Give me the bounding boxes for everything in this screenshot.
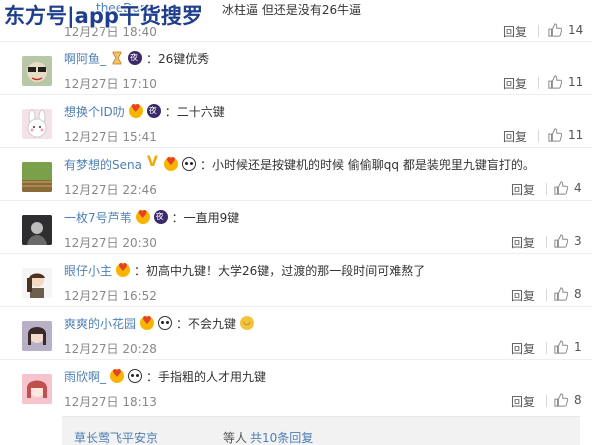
comment-time: 12月27日 18:13 bbox=[64, 395, 157, 409]
comment-username[interactable]: 一枚7号芦苇 bbox=[64, 209, 132, 226]
reply-button[interactable]: 回复 bbox=[503, 128, 527, 145]
laugh-emoji-icon bbox=[240, 316, 255, 330]
like-count: 1 bbox=[574, 340, 582, 354]
comment-item: 有梦想的Sena ：小时候还是按键机的时候 偷偷聊qq 都是装兜里九键盲打的。 … bbox=[0, 148, 592, 201]
avatar[interactable] bbox=[22, 162, 52, 192]
divider bbox=[538, 130, 539, 142]
panda-icon bbox=[158, 316, 173, 330]
comment-time: 12月27日 15:41 bbox=[64, 130, 157, 144]
comment-item: 眼仔小主 ：初高中九键！大学26键，过渡的那一段时间可难熬了 12月27日 16… bbox=[0, 254, 592, 307]
thumbs-up-icon[interactable] bbox=[554, 393, 568, 407]
comment-text: 初高中九键！大学26键，过渡的那一段时间可难熬了 bbox=[146, 263, 426, 278]
comment-item: 一枚7号芦苇 ：一直用9键 12月27日 20:30 回复 3 bbox=[0, 201, 592, 254]
comment-time: 12月27日 22:46 bbox=[64, 183, 157, 197]
night-badge-icon bbox=[128, 51, 143, 65]
like-count: 3 bbox=[574, 234, 582, 248]
avatar[interactable] bbox=[22, 56, 52, 86]
more-replies-bar[interactable]: 草长莺飞平安京 等人 共10条回复 bbox=[62, 416, 580, 445]
comment-username[interactable]: 爽爽的小花园 bbox=[64, 315, 136, 332]
divider bbox=[546, 395, 547, 407]
reply-button[interactable]: 回复 bbox=[503, 23, 527, 40]
like-count: 4 bbox=[574, 181, 582, 195]
heart-badge-icon bbox=[163, 155, 178, 171]
night-badge-icon bbox=[146, 104, 161, 118]
comment-item: 雨欣啊_ ：手指粗的人才用九键 12月27日 18:13 回复 8 bbox=[0, 360, 592, 413]
divider bbox=[538, 77, 539, 89]
night-badge-icon bbox=[153, 210, 168, 224]
like-count: 11 bbox=[568, 128, 584, 142]
like-count: 8 bbox=[574, 393, 582, 407]
divider bbox=[546, 342, 547, 354]
more-replies-users[interactable]: 草长莺飞平安京 bbox=[74, 429, 158, 445]
comment-username[interactable]: 有梦想的Sena bbox=[64, 156, 142, 173]
thumbs-up-icon[interactable] bbox=[554, 287, 568, 301]
heart-badge-icon bbox=[135, 208, 150, 224]
vip-icon bbox=[146, 154, 160, 171]
panda-icon bbox=[181, 157, 196, 171]
hourglass-icon bbox=[110, 51, 125, 65]
watermark: 东方号|app干货搜罗 bbox=[4, 4, 203, 28]
more-replies-link[interactable]: 共10条回复 bbox=[250, 429, 313, 445]
like-count: 8 bbox=[574, 287, 582, 301]
thumbs-up-icon[interactable] bbox=[554, 181, 568, 195]
thumbs-up-icon[interactable] bbox=[554, 340, 568, 354]
comment-item: 爽爽的小花园 ：不会九键 12月27日 20:28 回复 1 bbox=[0, 307, 592, 360]
comment-time: 12月27日 20:30 bbox=[64, 236, 157, 250]
comment-text: 26键优秀 bbox=[158, 51, 210, 66]
comment-text: 一直用9键 bbox=[183, 210, 240, 225]
divider bbox=[538, 25, 539, 37]
reply-button[interactable]: 回复 bbox=[511, 234, 535, 251]
comment-item: 啊阿鱼_ ：26键优秀 12月27日 17:10 回复 11 bbox=[0, 42, 592, 95]
comment-time: 12月27日 16:52 bbox=[64, 289, 157, 303]
reply-button[interactable]: 回复 bbox=[511, 393, 535, 410]
thumbs-up-icon[interactable] bbox=[548, 75, 562, 89]
reply-button[interactable]: 回复 bbox=[511, 287, 535, 304]
comment-item: 想换个ID叻 ：二十六键 12月27日 15:41 回复 11 bbox=[0, 95, 592, 148]
comment-username[interactable]: 想换个ID叻 bbox=[64, 103, 125, 120]
avatar[interactable] bbox=[22, 321, 52, 351]
thumbs-up-icon[interactable] bbox=[548, 128, 562, 142]
avatar[interactable] bbox=[22, 374, 52, 404]
comment-text: 小时候还是按键机的时候 偷偷聊qq 都是装兜里九键盲打的。 bbox=[211, 157, 535, 172]
avatar[interactable] bbox=[22, 109, 52, 139]
reply-button[interactable]: 回复 bbox=[503, 75, 527, 92]
avatar[interactable] bbox=[22, 268, 52, 298]
thumbs-up-icon[interactable] bbox=[548, 23, 562, 37]
comment-username[interactable]: 眼仔小主 bbox=[64, 262, 112, 279]
heart-badge-icon bbox=[140, 314, 155, 330]
comment-text: 不会九键 bbox=[188, 316, 237, 331]
comment-time: 12月27日 17:10 bbox=[64, 77, 157, 91]
like-count: 11 bbox=[568, 75, 584, 89]
comment-text: 二十六键 bbox=[176, 104, 225, 119]
comment-text: 手指粗的人才用九键 bbox=[158, 369, 267, 384]
comment-username[interactable]: 雨欣啊_ bbox=[64, 368, 106, 385]
comment-username[interactable]: 啊阿鱼_ bbox=[64, 50, 106, 67]
avatar[interactable] bbox=[22, 215, 52, 245]
panda-icon bbox=[128, 369, 143, 383]
divider bbox=[546, 289, 547, 301]
heart-badge-icon bbox=[110, 367, 125, 383]
more-replies-etc: 等人 bbox=[223, 431, 248, 445]
heart-badge-icon bbox=[128, 102, 143, 118]
comment-time: 12月27日 20:28 bbox=[64, 342, 157, 356]
heart-badge-icon bbox=[116, 261, 131, 277]
like-count: 14 bbox=[568, 23, 584, 37]
reply-button[interactable]: 回复 bbox=[511, 181, 535, 198]
divider bbox=[546, 236, 547, 248]
thumbs-up-icon[interactable] bbox=[554, 234, 568, 248]
divider bbox=[546, 183, 547, 195]
comment-text: 冰柱逼 但还是没有26牛逼 bbox=[222, 3, 362, 17]
reply-button[interactable]: 回复 bbox=[511, 340, 535, 357]
